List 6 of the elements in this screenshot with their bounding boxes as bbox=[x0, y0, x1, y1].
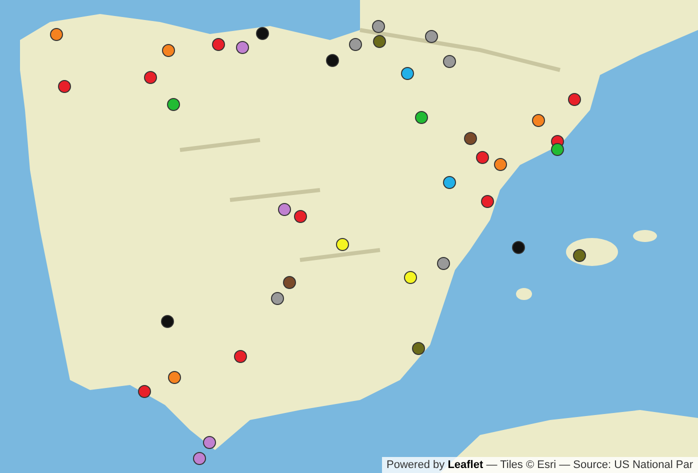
map-marker[interactable] bbox=[138, 385, 151, 398]
map-marker[interactable] bbox=[193, 452, 206, 465]
map-marker[interactable] bbox=[551, 143, 564, 156]
attribution-text: Powered by Leaflet — Tiles © Esri — Source: US National Par bbox=[382, 457, 698, 473]
map-marker[interactable] bbox=[512, 241, 525, 254]
map-view[interactable]: Powered by Leaflet — Tiles © Esri — Source: US National Par bbox=[0, 0, 698, 473]
